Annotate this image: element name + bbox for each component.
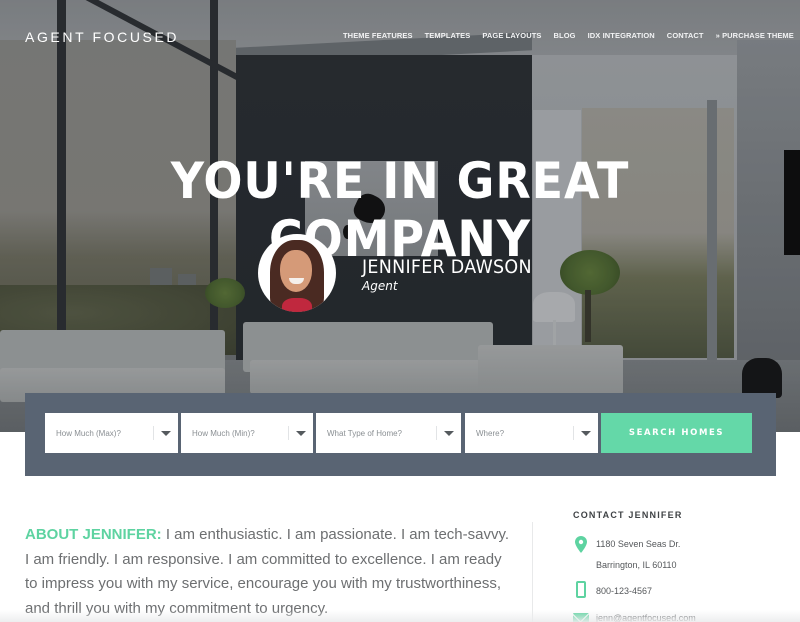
min-price-select[interactable]: How Much (Min)? (181, 413, 313, 453)
search-homes-button[interactable]: SEARCH HOMES (601, 413, 752, 453)
caret-down-icon[interactable] (289, 430, 313, 436)
phone-icon (576, 581, 586, 598)
nav-templates[interactable]: TEMPLATES (425, 31, 471, 40)
agent-role: Agent (362, 279, 398, 293)
content-divider (532, 522, 533, 622)
nav-page-layouts[interactable]: PAGE LAYOUTS (482, 31, 541, 40)
caret-down-icon[interactable] (574, 430, 598, 436)
agent-avatar (258, 234, 336, 312)
search-panel: How Much (Max)? How Much (Min)? What Typ… (25, 393, 776, 476)
max-price-select[interactable]: How Much (Max)? (45, 413, 178, 453)
bottom-fade (0, 610, 800, 622)
nav-idx-integration[interactable]: IDX INTEGRATION (588, 31, 655, 40)
nav-theme-features[interactable]: THEME FEATURES (343, 31, 413, 40)
nav-purchase-theme[interactable]: » PURCHASE THEME (716, 31, 794, 40)
agent-face (280, 250, 312, 292)
nav-contact[interactable]: CONTACT (667, 31, 704, 40)
agent-shirt (282, 298, 312, 312)
agent-name: JENNIFER DAWSON (362, 256, 532, 278)
min-price-placeholder: How Much (Min)? (192, 428, 255, 438)
caret-down-icon[interactable] (154, 430, 178, 436)
nav-blog[interactable]: BLOG (554, 31, 576, 40)
about-lead: ABOUT JENNIFER: (25, 526, 162, 543)
map-pin-icon (575, 536, 587, 553)
site-title[interactable]: AGENT FOCUSED (25, 29, 179, 45)
home-type-placeholder: What Type of Home? (327, 428, 402, 438)
contact-title: CONTACT JENNIFER (573, 510, 683, 520)
home-type-select[interactable]: What Type of Home? (316, 413, 461, 453)
about-paragraph: ABOUT JENNIFER: I am enthusiastic. I am … (25, 523, 515, 621)
contact-address-line1: 1180 Seven Seas Dr. (596, 539, 681, 549)
location-placeholder: Where? (476, 428, 505, 438)
contact-address-line2: Barrington, IL 60110 (596, 560, 677, 570)
hero-headline: YOU'RE IN GREAT COMPANY (170, 152, 630, 268)
contact-phone[interactable]: 800-123-4567 (596, 586, 652, 596)
max-price-placeholder: How Much (Max)? (56, 428, 121, 438)
caret-down-icon[interactable] (437, 430, 461, 436)
location-select[interactable]: Where? (465, 413, 598, 453)
main-nav: THEME FEATURES TEMPLATES PAGE LAYOUTS BL… (343, 31, 794, 40)
